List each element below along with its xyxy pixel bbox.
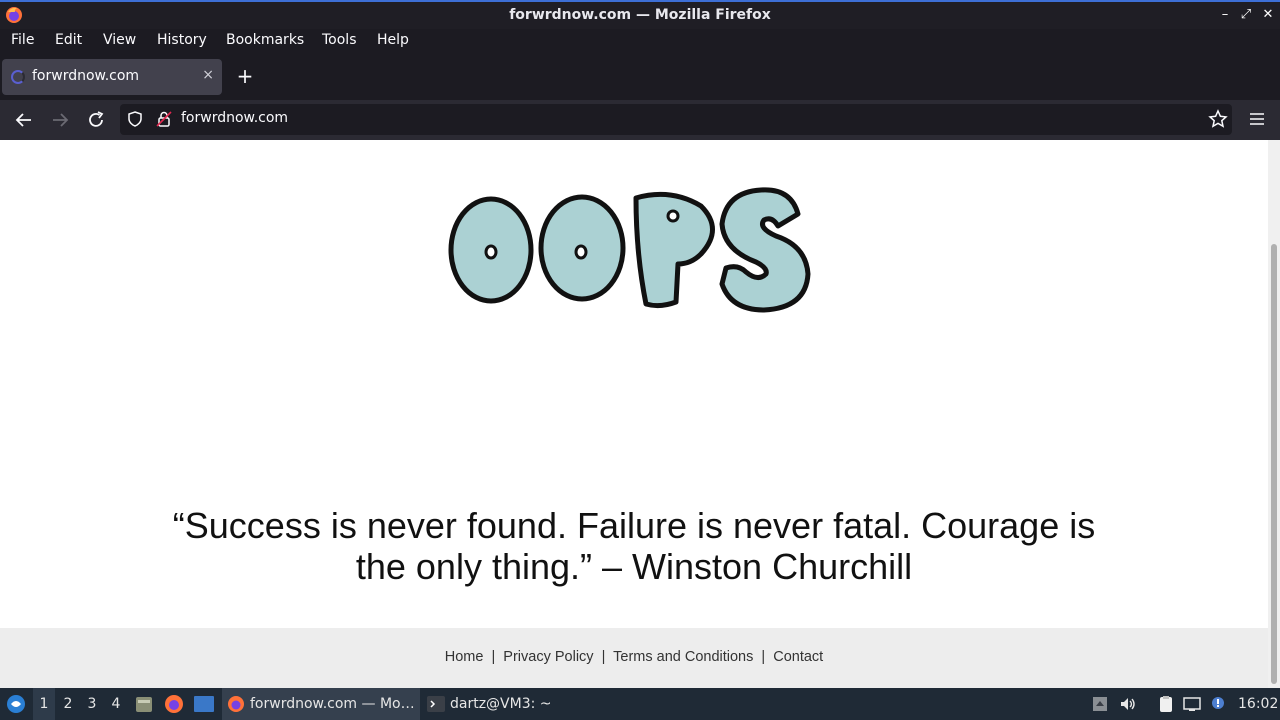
start-menu-icon[interactable] — [6, 694, 26, 714]
task-firefox[interactable]: forwrdnow.com — Mo… — [222, 688, 420, 720]
tab-close-icon[interactable]: × — [202, 67, 214, 83]
menu-history[interactable]: History — [157, 32, 207, 48]
scrollbar-thumb[interactable] — [1271, 244, 1277, 684]
insecure-lock-icon[interactable] — [155, 110, 173, 128]
workspace-3[interactable]: 3 — [81, 688, 103, 720]
close-window-button[interactable]: ✕ — [1259, 5, 1277, 25]
workspace-1[interactable]: 1 — [33, 688, 55, 720]
reload-icon[interactable] — [84, 108, 108, 132]
quote-line-2: the only thing.” – Winston Churchill — [355, 546, 913, 587]
bookmark-star-icon[interactable] — [1208, 109, 1228, 129]
tray-up-icon[interactable] — [1091, 695, 1109, 713]
page-footer: Home | Privacy Policy | Terms and Condit… — [0, 628, 1268, 688]
menu-bar: File Edit View History Bookmarks Tools H… — [0, 29, 1280, 54]
menu-file[interactable]: File — [11, 32, 34, 48]
menu-bookmarks[interactable]: Bookmarks — [226, 32, 304, 48]
terminal-icon — [427, 696, 445, 712]
footer-link-contact[interactable]: Contact — [773, 649, 823, 665]
tab-strip: forwrdnow.com × + — [0, 54, 1280, 100]
footer-separator: | — [761, 649, 766, 665]
url-text[interactable]: forwrdnow.com — [181, 110, 288, 126]
window-title: forwrdnow.com — Mozilla Firefox — [509, 7, 771, 23]
hamburger-menu-icon[interactable] — [1246, 108, 1268, 130]
file-manager-icon[interactable] — [134, 694, 154, 714]
maximize-button[interactable]: ⤢ — [1237, 5, 1255, 25]
task-terminal[interactable]: dartz@VM3: ~ — [422, 688, 582, 720]
task-label: forwrdnow.com — Mo… — [250, 696, 415, 712]
minimize-button[interactable]: – — [1216, 5, 1234, 25]
clipboard-icon[interactable] — [1157, 695, 1175, 713]
quote-text: “Success is never found. Failure is neve… — [140, 505, 1128, 587]
tab-label: forwrdnow.com — [32, 68, 140, 84]
page-scrollbar[interactable] — [1268, 140, 1280, 688]
footer-link-terms[interactable]: Terms and Conditions — [613, 649, 753, 665]
volume-icon[interactable] — [1119, 695, 1137, 713]
page-viewport: “Success is never found. Failure is neve… — [0, 140, 1280, 688]
footer-separator: | — [491, 649, 496, 665]
firefox-icon — [228, 696, 244, 712]
footer-links: Home | Privacy Policy | Terms and Condit… — [0, 649, 1268, 665]
menu-view[interactable]: View — [103, 32, 136, 48]
footer-link-privacy-policy[interactable]: Privacy Policy — [503, 649, 593, 665]
shield-icon[interactable] — [126, 110, 144, 128]
back-arrow-icon[interactable] — [12, 108, 36, 132]
firefox-launcher-icon[interactable] — [164, 694, 184, 714]
menu-tools[interactable]: Tools — [322, 32, 357, 48]
workspace-4[interactable]: 4 — [105, 688, 127, 720]
desktop-icon[interactable] — [193, 694, 215, 714]
task-label: dartz@VM3: ~ — [450, 696, 552, 712]
taskbar: 1 2 3 4 forwrdnow.com — Mo… dartz@VM3: ~ — [0, 688, 1280, 720]
quote-line-1: “Success is never found. Failure is neve… — [172, 505, 1096, 546]
menu-help[interactable]: Help — [377, 32, 409, 48]
notification-icon[interactable] — [1209, 695, 1227, 713]
oops-image — [448, 187, 811, 313]
url-bar[interactable]: forwrdnow.com — [120, 104, 1232, 135]
workspace-2[interactable]: 2 — [57, 688, 79, 720]
footer-link-home[interactable]: Home — [445, 649, 484, 665]
tab-forwrdnow[interactable]: forwrdnow.com × — [2, 59, 222, 95]
loading-favicon-icon — [11, 70, 25, 84]
new-tab-button[interactable]: + — [234, 66, 256, 88]
network-icon[interactable] — [1183, 695, 1201, 713]
menu-edit[interactable]: Edit — [55, 32, 82, 48]
navigation-bar: forwrdnow.com — [0, 100, 1280, 140]
window-titlebar: forwrdnow.com — Mozilla Firefox – ⤢ ✕ — [0, 0, 1280, 29]
clock[interactable]: 16:02 — [1238, 688, 1278, 720]
footer-separator: | — [601, 649, 606, 665]
forward-arrow-icon[interactable] — [48, 108, 72, 132]
